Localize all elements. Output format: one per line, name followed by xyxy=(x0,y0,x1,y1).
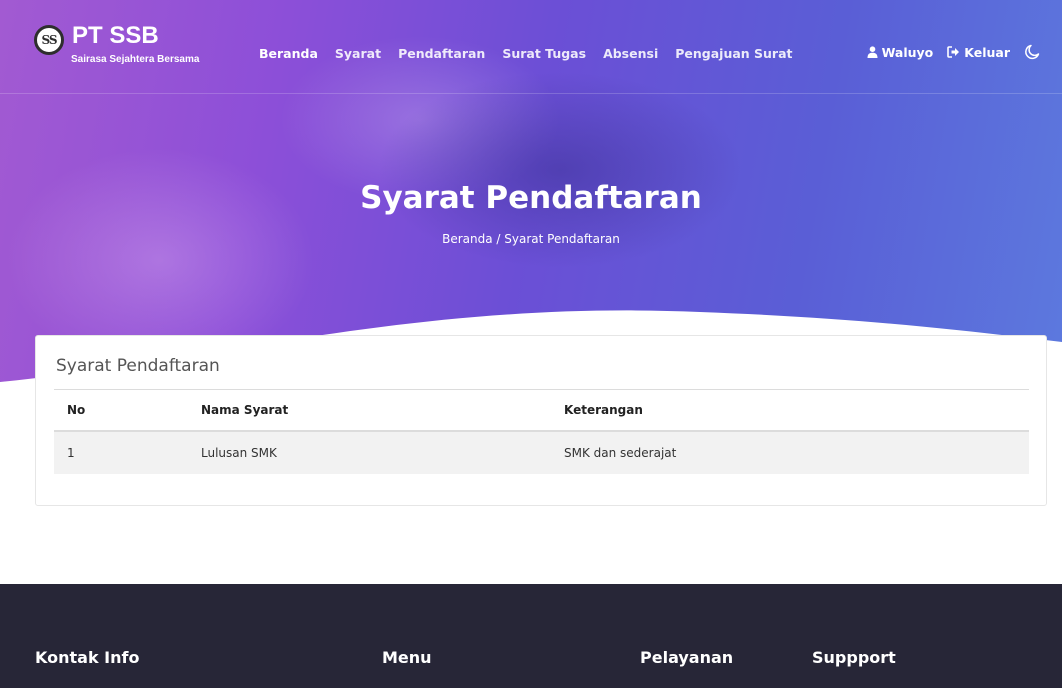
requirements-card: Syarat Pendaftaran No Nama Syarat Ketera… xyxy=(35,335,1047,506)
brand[interactable]: SS PT SSB Sairasa Sejahtera Bersama xyxy=(34,22,199,65)
brand-subtitle: Sairasa Sejahtera Bersama xyxy=(71,54,200,65)
breadcrumb-text[interactable]: Beranda / Syarat Pendaftaran xyxy=(442,232,620,246)
user-menu[interactable]: Waluyo xyxy=(867,44,934,60)
column-header-no: No xyxy=(67,403,86,417)
brand-title: PT SSB xyxy=(72,22,159,49)
nav-link-absensi[interactable]: Absensi xyxy=(603,46,658,61)
footer-heading-kontak-info: Kontak Info xyxy=(35,648,140,667)
brand-logo-icon: SS xyxy=(34,25,64,55)
theme-toggle[interactable] xyxy=(1024,44,1040,60)
user-name: Waluyo xyxy=(881,44,934,60)
logout-label: Keluar xyxy=(964,44,1010,60)
nav-link-pengajuan-surat[interactable]: Pengajuan Surat xyxy=(675,46,792,61)
breadcrumb: Beranda / Syarat Pendaftaran xyxy=(0,232,1062,246)
sign-out-icon xyxy=(947,46,960,58)
cell-no: 1 xyxy=(67,446,75,460)
nav-link-pendaftaran[interactable]: Pendaftaran xyxy=(398,46,485,61)
cell-nama-syarat: Lulusan SMK xyxy=(201,446,277,460)
requirements-table: No Nama Syarat Keterangan 1 Lulusan SMK … xyxy=(54,389,1029,474)
footer-heading-support: Suppport xyxy=(812,648,896,667)
cell-keterangan: SMK dan sederajat xyxy=(564,446,677,460)
footer: Kontak Info Menu Pelayanan Suppport xyxy=(0,584,1062,688)
column-header-keterangan: Keterangan xyxy=(564,403,643,417)
nav-menu: Beranda Syarat Pendaftaran Surat Tugas A… xyxy=(259,46,810,61)
nav-user-area: Waluyo Keluar xyxy=(867,44,1040,60)
nav-link-surat-tugas[interactable]: Surat Tugas xyxy=(502,46,586,61)
table-header-row: No Nama Syarat Keterangan xyxy=(54,389,1029,432)
column-header-nama-syarat: Nama Syarat xyxy=(201,403,289,417)
card-title: Syarat Pendaftaran xyxy=(56,356,220,376)
page-title: Syarat Pendaftaran xyxy=(360,180,702,216)
navbar: SS PT SSB Sairasa Sejahtera Bersama Bera… xyxy=(0,0,1062,94)
footer-heading-pelayanan: Pelayanan xyxy=(640,648,734,667)
table-row: 1 Lulusan SMK SMK dan sederajat xyxy=(54,432,1029,474)
nav-link-beranda[interactable]: Beranda xyxy=(259,46,318,61)
nav-link-syarat[interactable]: Syarat xyxy=(335,46,381,61)
footer-heading-menu: Menu xyxy=(382,648,432,667)
logout-link[interactable]: Keluar xyxy=(947,45,1010,60)
user-icon xyxy=(867,46,878,58)
moon-icon xyxy=(1025,44,1040,60)
